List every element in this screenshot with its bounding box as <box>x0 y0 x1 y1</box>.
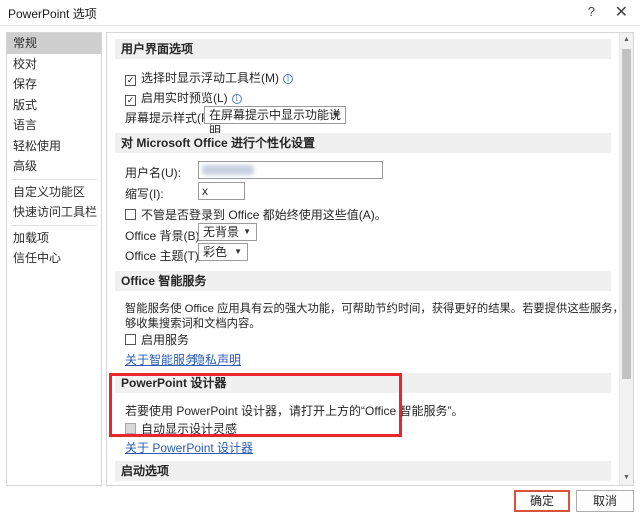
scroll-up-icon[interactable]: ▲ <box>620 33 633 47</box>
sidebar-item-trust-center[interactable]: 信任中心 <box>7 248 101 269</box>
sidebar-item-language[interactable]: 语言 <box>7 115 101 136</box>
auto-show-design-ideas-option: 自动显示设计灵感 <box>125 420 237 437</box>
sidebar-item-layout[interactable]: 版式 <box>7 95 101 116</box>
sidebar-item-advanced[interactable]: 高级 <box>7 156 101 177</box>
username-label: 用户名(U): <box>125 166 181 180</box>
sidebar-item-accessibility[interactable]: 轻松使用 <box>7 136 101 157</box>
help-button[interactable]: ? <box>588 4 595 19</box>
close-button[interactable]: ✕ <box>615 2 628 22</box>
section-header-designer: PowerPoint 设计器 <box>115 373 611 393</box>
cancel-button[interactable]: 取消 <box>576 490 634 512</box>
scrollbar-thumb[interactable] <box>622 49 631 379</box>
chevron-down-icon: ▼ <box>234 247 242 256</box>
section-header-startup: 启动选项 <box>115 461 611 481</box>
sidebar-item-save[interactable]: 保存 <box>7 74 101 95</box>
blurred-username <box>202 165 254 175</box>
window-title: PowerPoint 选项 <box>8 7 97 21</box>
vertical-scrollbar[interactable]: ▲ ▼ <box>619 33 633 485</box>
sidebar-item-proofing[interactable]: 校对 <box>7 54 101 75</box>
info-icon: i <box>231 94 242 104</box>
office-background-label: Office 背景(B): <box>125 229 203 243</box>
sidebar: 常规 校对 保存 版式 语言 轻松使用 高级 自定义功能区 快速访问工具栏 加载… <box>6 32 102 486</box>
enable-services-option[interactable]: 启用服务 <box>125 331 189 348</box>
auto-show-label: 自动显示设计灵感 <box>141 422 238 436</box>
sidebar-item-quick-access-toolbar[interactable]: 快速访问工具栏 <box>7 202 101 223</box>
enable-services-checkbox[interactable] <box>125 334 136 345</box>
options-panel: 用户界面选项 ✓ 选择时显示浮动工具栏(M) i ✓ 启用实时预览(L) i 屏幕提示样… <box>106 32 634 486</box>
initials-field[interactable]: x <box>198 182 245 200</box>
initials-label: 缩写(I): <box>125 187 164 201</box>
about-designer-link[interactable]: 关于 PowerPoint 设计器 <box>125 439 253 456</box>
office-background-dropdown[interactable]: 无背景 ▼ <box>198 223 257 241</box>
username-field[interactable] <box>198 161 383 179</box>
scroll-down-icon[interactable]: ▼ <box>620 471 633 485</box>
sidebar-divider <box>11 224 97 226</box>
chevron-down-icon: ▼ <box>243 227 251 236</box>
intelligent-description-line2: 够收集搜索词和文档内容。 <box>125 318 261 330</box>
section-header-intelligent-services: Office 智能服务 <box>115 271 611 291</box>
screentip-style-dropdown[interactable]: 在屏幕提示中显示功能说明 ▼ <box>204 106 346 138</box>
enable-services-label: 启用服务 <box>141 333 190 347</box>
auto-show-checkbox <box>125 423 136 434</box>
always-use-checkbox[interactable] <box>125 209 136 220</box>
live-preview-checkbox[interactable]: ✓ <box>125 95 136 106</box>
sidebar-item-general[interactable]: 常规 <box>7 33 101 54</box>
mini-toolbar-label: 选择时显示浮动工具栏(M) <box>141 71 279 85</box>
office-theme-label: Office 主题(T): <box>125 249 203 263</box>
office-background-value: 无背景 <box>203 225 240 239</box>
mini-toolbar-checkbox[interactable]: ✓ <box>125 75 136 86</box>
sidebar-item-addins[interactable]: 加载项 <box>7 228 101 249</box>
office-theme-value: 彩色 <box>203 245 228 259</box>
live-preview-option[interactable]: ✓ 启用实时预览(L) i <box>125 89 242 106</box>
info-icon: i <box>283 74 293 84</box>
live-preview-label: 启用实时预览(L) <box>141 91 228 105</box>
office-theme-dropdown[interactable]: 彩色 ▼ <box>198 243 248 261</box>
about-intelligent-services-link[interactable]: 关于智能服务 <box>125 351 197 368</box>
always-use-option[interactable]: 不管是否登录到 Office 都始终使用这些值(A)。 <box>125 206 387 223</box>
sidebar-divider <box>11 178 97 180</box>
privacy-statement-link[interactable]: 隐私声明 <box>193 351 241 368</box>
designer-description: 若要使用 PowerPoint 设计器，请打开上方的“Office 智能服务”。 <box>125 404 464 418</box>
sidebar-item-customize-ribbon[interactable]: 自定义功能区 <box>7 182 101 203</box>
section-header-ui-options: 用户界面选项 <box>115 39 611 59</box>
mini-toolbar-option[interactable]: ✓ 选择时显示浮动工具栏(M) i <box>125 69 293 86</box>
ok-button[interactable]: 确定 <box>514 490 570 512</box>
chevron-down-icon: ▼ <box>332 110 340 119</box>
title-bar: PowerPoint 选项 ? ✕ <box>0 0 640 26</box>
intelligent-description-line1: 智能服务使 Office 应用具有云的强大功能，可帮助节约时间，获得更好的结果。… <box>125 303 634 315</box>
always-use-label: 不管是否登录到 Office 都始终使用这些值(A)。 <box>141 208 387 222</box>
section-header-personalize: 对 Microsoft Office 进行个性化设置 <box>115 133 611 153</box>
